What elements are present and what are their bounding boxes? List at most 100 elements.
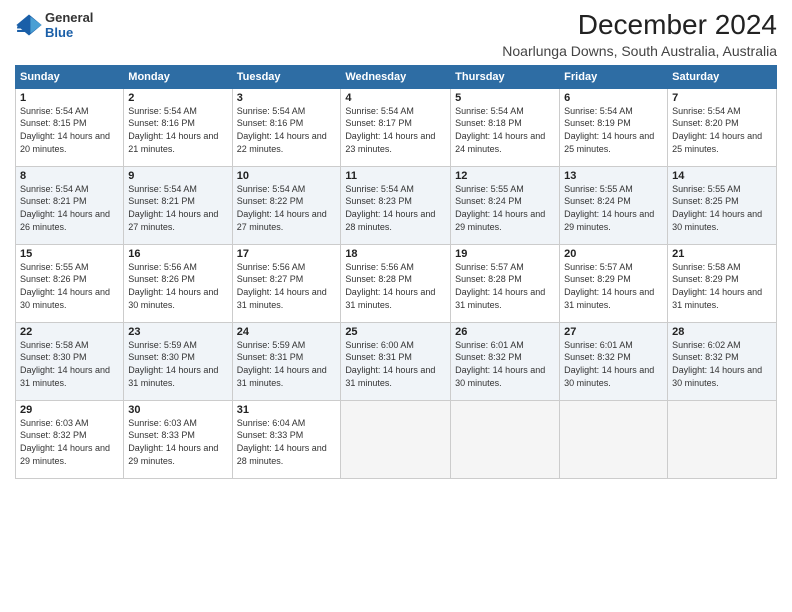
calendar-cell: 25Sunrise: 6:00 AMSunset: 8:31 PMDayligh… [341,322,451,400]
day-info: Sunrise: 5:57 AMSunset: 8:28 PMDaylight:… [455,261,555,311]
day-number: 8 [20,170,119,182]
day-info: Sunrise: 5:56 AMSunset: 8:27 PMDaylight:… [237,261,337,311]
day-number: 27 [564,326,663,338]
day-number: 22 [20,326,119,338]
weekday-header-tuesday: Tuesday [232,65,341,88]
day-info: Sunrise: 5:54 AMSunset: 8:16 PMDaylight:… [237,105,337,155]
week-row-3: 15Sunrise: 5:55 AMSunset: 8:26 PMDayligh… [16,244,777,322]
day-info: Sunrise: 5:55 AMSunset: 8:24 PMDaylight:… [564,183,663,233]
weekday-header-saturday: Saturday [668,65,777,88]
day-number: 14 [672,170,772,182]
calendar-cell [341,400,451,478]
calendar-cell: 18Sunrise: 5:56 AMSunset: 8:28 PMDayligh… [341,244,451,322]
calendar-cell: 1Sunrise: 5:54 AMSunset: 8:15 PMDaylight… [16,88,124,166]
calendar-cell: 28Sunrise: 6:02 AMSunset: 8:32 PMDayligh… [668,322,777,400]
day-info: Sunrise: 5:54 AMSunset: 8:23 PMDaylight:… [345,183,446,233]
day-number: 5 [455,92,555,104]
calendar-cell: 2Sunrise: 5:54 AMSunset: 8:16 PMDaylight… [124,88,232,166]
day-number: 12 [455,170,555,182]
day-info: Sunrise: 6:03 AMSunset: 8:33 PMDaylight:… [128,417,227,467]
day-info: Sunrise: 5:54 AMSunset: 8:22 PMDaylight:… [237,183,337,233]
day-info: Sunrise: 5:54 AMSunset: 8:15 PMDaylight:… [20,105,119,155]
calendar-cell: 31Sunrise: 6:04 AMSunset: 8:33 PMDayligh… [232,400,341,478]
day-info: Sunrise: 6:03 AMSunset: 8:32 PMDaylight:… [20,417,119,467]
day-info: Sunrise: 6:04 AMSunset: 8:33 PMDaylight:… [237,417,337,467]
title-block: December 2024 Noarlunga Downs, South Aus… [502,10,777,59]
calendar-cell: 20Sunrise: 5:57 AMSunset: 8:29 PMDayligh… [560,244,668,322]
calendar-cell: 10Sunrise: 5:54 AMSunset: 8:22 PMDayligh… [232,166,341,244]
day-info: Sunrise: 6:01 AMSunset: 8:32 PMDaylight:… [455,339,555,389]
calendar-cell: 5Sunrise: 5:54 AMSunset: 8:18 PMDaylight… [451,88,560,166]
day-number: 7 [672,92,772,104]
calendar-cell: 29Sunrise: 6:03 AMSunset: 8:32 PMDayligh… [16,400,124,478]
week-row-2: 8 Sunrise: 5:54 AMSunset: 8:21 PMDaylight… [16,166,777,244]
day-number: 26 [455,326,555,338]
day-info: Sunrise: 5:54 AMSunset: 8:21 PMDaylight:… [128,183,227,233]
day-number: 29 [20,404,119,416]
calendar-cell: 22Sunrise: 5:58 AMSunset: 8:30 PMDayligh… [16,322,124,400]
calendar-cell: 21Sunrise: 5:58 AMSunset: 8:29 PMDayligh… [668,244,777,322]
calendar-cell: 26Sunrise: 6:01 AMSunset: 8:32 PMDayligh… [451,322,560,400]
weekday-header-wednesday: Wednesday [341,65,451,88]
day-info: Sunrise: 5:57 AMSunset: 8:29 PMDaylight:… [564,261,663,311]
calendar-table: SundayMondayTuesdayWednesdayThursdayFrid… [15,65,777,479]
day-number: 15 [20,248,119,260]
calendar-header-row: SundayMondayTuesdayWednesdayThursdayFrid… [16,65,777,88]
calendar-cell: 11Sunrise: 5:54 AMSunset: 8:23 PMDayligh… [341,166,451,244]
logo: General Blue [15,10,93,40]
calendar-cell: 27Sunrise: 6:01 AMSunset: 8:32 PMDayligh… [560,322,668,400]
day-info: Sunrise: 6:00 AMSunset: 8:31 PMDaylight:… [345,339,446,389]
calendar-cell: 14Sunrise: 5:55 AMSunset: 8:25 PMDayligh… [668,166,777,244]
day-info: Sunrise: 5:54 AMSunset: 8:20 PMDaylight:… [672,105,772,155]
day-info: Sunrise: 6:02 AMSunset: 8:32 PMDaylight:… [672,339,772,389]
week-row-5: 29Sunrise: 6:03 AMSunset: 8:32 PMDayligh… [16,400,777,478]
day-info: Sunrise: 5:55 AMSunset: 8:24 PMDaylight:… [455,183,555,233]
day-number: 11 [345,170,446,182]
weekday-header-monday: Monday [124,65,232,88]
day-info: Sunrise: 5:55 AMSunset: 8:26 PMDaylight:… [20,261,119,311]
day-number: 17 [237,248,337,260]
calendar-cell: 13Sunrise: 5:55 AMSunset: 8:24 PMDayligh… [560,166,668,244]
day-number: 19 [455,248,555,260]
day-info: Sunrise: 5:54 AMSunset: 8:17 PMDaylight:… [345,105,446,155]
calendar-cell: 23Sunrise: 5:59 AMSunset: 8:30 PMDayligh… [124,322,232,400]
subtitle: Noarlunga Downs, South Australia, Austra… [502,43,777,59]
calendar-cell: 19Sunrise: 5:57 AMSunset: 8:28 PMDayligh… [451,244,560,322]
calendar-cell: 15Sunrise: 5:55 AMSunset: 8:26 PMDayligh… [16,244,124,322]
day-number: 25 [345,326,446,338]
day-info: Sunrise: 5:58 AMSunset: 8:29 PMDaylight:… [672,261,772,311]
calendar-cell [451,400,560,478]
calendar-cell: 7Sunrise: 5:54 AMSunset: 8:20 PMDaylight… [668,88,777,166]
day-info: Sunrise: 5:54 AMSunset: 8:18 PMDaylight:… [455,105,555,155]
day-number: 20 [564,248,663,260]
day-number: 24 [237,326,337,338]
weekday-header-sunday: Sunday [16,65,124,88]
day-info: Sunrise: 5:54 AMSunset: 8:19 PMDaylight:… [564,105,663,155]
day-info: Sunrise: 5:59 AMSunset: 8:30 PMDaylight:… [128,339,227,389]
calendar-cell: 16Sunrise: 5:56 AMSunset: 8:26 PMDayligh… [124,244,232,322]
day-info: Sunrise: 5:56 AMSunset: 8:28 PMDaylight:… [345,261,446,311]
logo-text: General Blue [45,10,93,40]
day-number: 2 [128,92,227,104]
calendar-cell: 9Sunrise: 5:54 AMSunset: 8:21 PMDaylight… [124,166,232,244]
logo-icon [15,11,43,39]
page: General Blue December 2024 Noarlunga Dow… [0,0,792,612]
calendar-cell: 3Sunrise: 5:54 AMSunset: 8:16 PMDaylight… [232,88,341,166]
day-info: Sunrise: 5:54 AMSunset: 8:16 PMDaylight:… [128,105,227,155]
calendar-cell: 8Sunrise: 5:54 AMSunset: 8:21 PMDaylight… [16,166,124,244]
day-number: 6 [564,92,663,104]
calendar-cell [560,400,668,478]
day-number: 28 [672,326,772,338]
day-number: 21 [672,248,772,260]
day-info: Sunrise: 5:59 AMSunset: 8:31 PMDaylight:… [237,339,337,389]
day-info: Sunrise: 5:56 AMSunset: 8:26 PMDaylight:… [128,261,227,311]
day-number: 23 [128,326,227,338]
day-info: Sunrise: 6:01 AMSunset: 8:32 PMDaylight:… [564,339,663,389]
week-row-1: 1Sunrise: 5:54 AMSunset: 8:15 PMDaylight… [16,88,777,166]
day-info: Sunrise: 5:58 AMSunset: 8:30 PMDaylight:… [20,339,119,389]
day-number: 3 [237,92,337,104]
weekday-header-friday: Friday [560,65,668,88]
day-number: 16 [128,248,227,260]
header: General Blue December 2024 Noarlunga Dow… [15,10,777,59]
calendar-cell: 12Sunrise: 5:55 AMSunset: 8:24 PMDayligh… [451,166,560,244]
